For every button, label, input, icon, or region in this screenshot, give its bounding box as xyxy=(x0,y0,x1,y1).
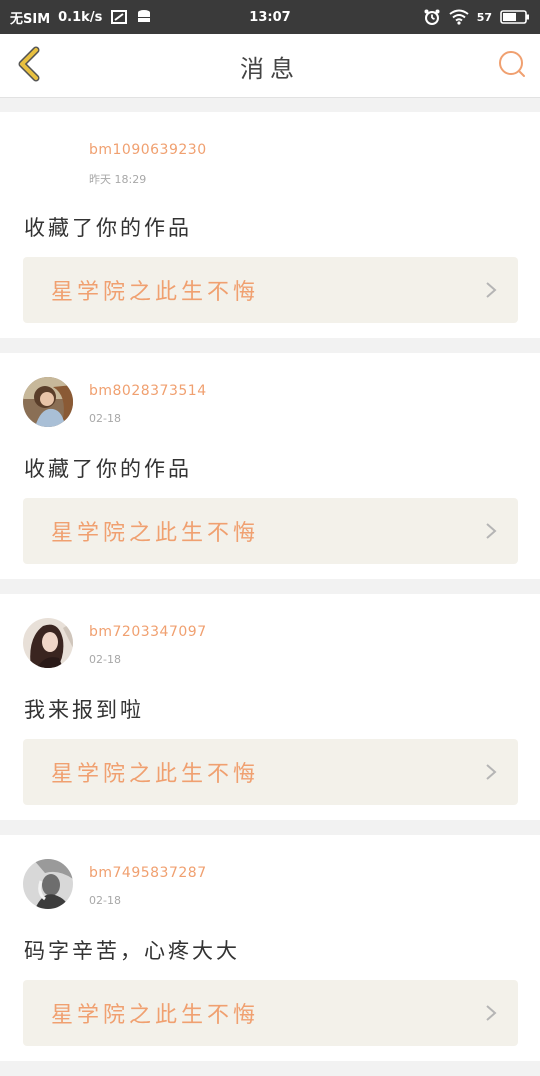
message-text: 收藏了你的作品 xyxy=(24,216,192,240)
timestamp: 02-18 xyxy=(89,894,121,907)
battery-level: 57 xyxy=(476,10,492,24)
avatar[interactable] xyxy=(23,136,73,186)
message-card: bm7495837287 02-18 码字辛苦，心疼大大 星学院之此生不悔 xyxy=(0,835,540,1061)
search-icon xyxy=(497,49,527,83)
chevron-right-icon xyxy=(484,522,498,540)
message-card: bm8028373514 02-18 收藏了你的作品 星学院之此生不悔 xyxy=(0,353,540,579)
battery-icon xyxy=(500,10,530,24)
work-link[interactable]: 星学院之此生不悔 xyxy=(23,739,518,805)
work-link[interactable]: 星学院之此生不悔 xyxy=(23,498,518,564)
back-button[interactable] xyxy=(12,46,48,86)
username[interactable]: bm7495837287 xyxy=(89,865,207,881)
alarm-icon xyxy=(423,8,441,26)
work-title: 星学院之此生不悔 xyxy=(51,1003,260,1028)
status-bar: 无SIM 0.1k/s 13:07 57 xyxy=(0,0,540,34)
message-text: 码字辛苦，心疼大大 xyxy=(24,939,240,963)
message-list: bm1090639230 昨天 18:29 收藏了你的作品 星学院之此生不悔 b… xyxy=(0,112,540,1076)
avatar[interactable] xyxy=(23,618,73,668)
wifi-icon xyxy=(449,9,469,25)
message-card: bm7203347097 02-18 我来报到啦 星学院之此生不悔 xyxy=(0,594,540,820)
username[interactable]: bm1090639230 xyxy=(89,142,207,158)
chevron-right-icon xyxy=(484,1004,498,1022)
message-card: bm1090639230 昨天 18:29 收藏了你的作品 星学院之此生不悔 xyxy=(0,112,540,338)
timestamp: 昨天 18:29 xyxy=(89,173,147,186)
work-title: 星学院之此生不悔 xyxy=(51,521,260,546)
work-title: 星学院之此生不悔 xyxy=(51,762,260,787)
carrier-label: 无SIM xyxy=(10,11,51,27)
message-text: 我来报到啦 xyxy=(24,698,144,722)
username[interactable]: bm8028373514 xyxy=(89,383,207,399)
screenshot-icon xyxy=(110,9,128,25)
username[interactable]: bm7203347097 xyxy=(89,624,207,640)
chevron-left-icon xyxy=(16,46,44,86)
work-title: 星学院之此生不悔 xyxy=(51,280,260,305)
work-link[interactable]: 星学院之此生不悔 xyxy=(23,257,518,323)
page-title: 消息 xyxy=(240,54,300,83)
message-text: 收藏了你的作品 xyxy=(24,457,192,481)
avatar[interactable] xyxy=(23,377,73,427)
network-speed: 0.1k/s xyxy=(58,9,103,25)
search-button[interactable] xyxy=(496,50,528,82)
work-link[interactable]: 星学院之此生不悔 xyxy=(23,980,518,1046)
avatar[interactable] xyxy=(23,859,73,909)
chevron-right-icon xyxy=(484,281,498,299)
timestamp: 02-18 xyxy=(89,412,121,425)
app-header: 消息 xyxy=(0,34,540,98)
status-right: 57 xyxy=(423,0,530,34)
chevron-right-icon xyxy=(484,763,498,781)
status-left: 无SIM 0.1k/s xyxy=(10,0,152,34)
storage-icon xyxy=(136,9,152,25)
timestamp: 02-18 xyxy=(89,653,121,666)
